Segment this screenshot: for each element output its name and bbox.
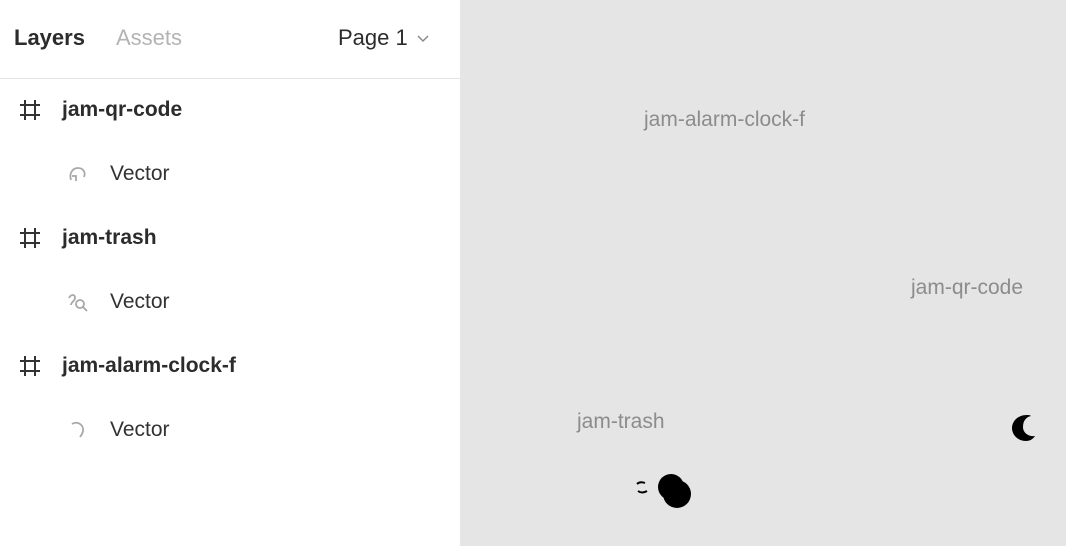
vector-icon: [69, 167, 86, 181]
layer-vector-label: Vector: [110, 290, 170, 313]
blob-vector-shape[interactable]: [635, 470, 695, 512]
layer-frame-label: jam-qr-code: [62, 98, 183, 121]
figma-app: Layers Assets Page 1 jam-qr-code Vector: [0, 0, 1066, 546]
page-selector-label: Page 1: [338, 25, 408, 50]
frame-icon: [20, 100, 40, 120]
layer-vector-jam-qr-code[interactable]: Vector: [0, 154, 460, 194]
layer-vector-jam-alarm-clock-f[interactable]: Vector: [0, 410, 460, 450]
vector-icon: [68, 294, 88, 312]
tab-layers[interactable]: Layers: [14, 24, 85, 52]
panel-header: Layers Assets Page 1: [0, 0, 460, 79]
chevron-down-icon: [417, 35, 429, 43]
crescent-vector-shape[interactable]: [1009, 412, 1037, 444]
layer-frame-label: jam-trash: [62, 226, 157, 249]
layer-vector-label: Vector: [110, 162, 170, 185]
tab-assets[interactable]: Assets: [116, 24, 182, 52]
layer-frame-label: jam-alarm-clock-f: [62, 354, 236, 377]
frame-icon: [20, 356, 40, 376]
layer-frame-jam-qr-code[interactable]: jam-qr-code: [0, 90, 460, 130]
canvas-frame-label-jam-alarm-clock-f[interactable]: jam-alarm-clock-f: [644, 108, 805, 132]
layers-panel: Layers Assets Page 1 jam-qr-code Vector: [0, 0, 461, 546]
layer-vector-jam-trash[interactable]: Vector: [0, 282, 460, 322]
layer-frame-jam-trash[interactable]: jam-trash: [0, 218, 460, 258]
layer-vector-label: Vector: [110, 418, 170, 441]
design-canvas[interactable]: jam-alarm-clock-f jam-qr-code jam-trash: [461, 0, 1066, 546]
canvas-frame-label-jam-qr-code[interactable]: jam-qr-code: [911, 276, 1023, 300]
vector-icon: [71, 421, 84, 438]
page-selector[interactable]: Page 1: [338, 24, 430, 52]
frame-icon: [20, 228, 40, 248]
layer-frame-jam-alarm-clock-f[interactable]: jam-alarm-clock-f: [0, 346, 460, 386]
canvas-frame-label-jam-trash[interactable]: jam-trash: [577, 410, 665, 434]
